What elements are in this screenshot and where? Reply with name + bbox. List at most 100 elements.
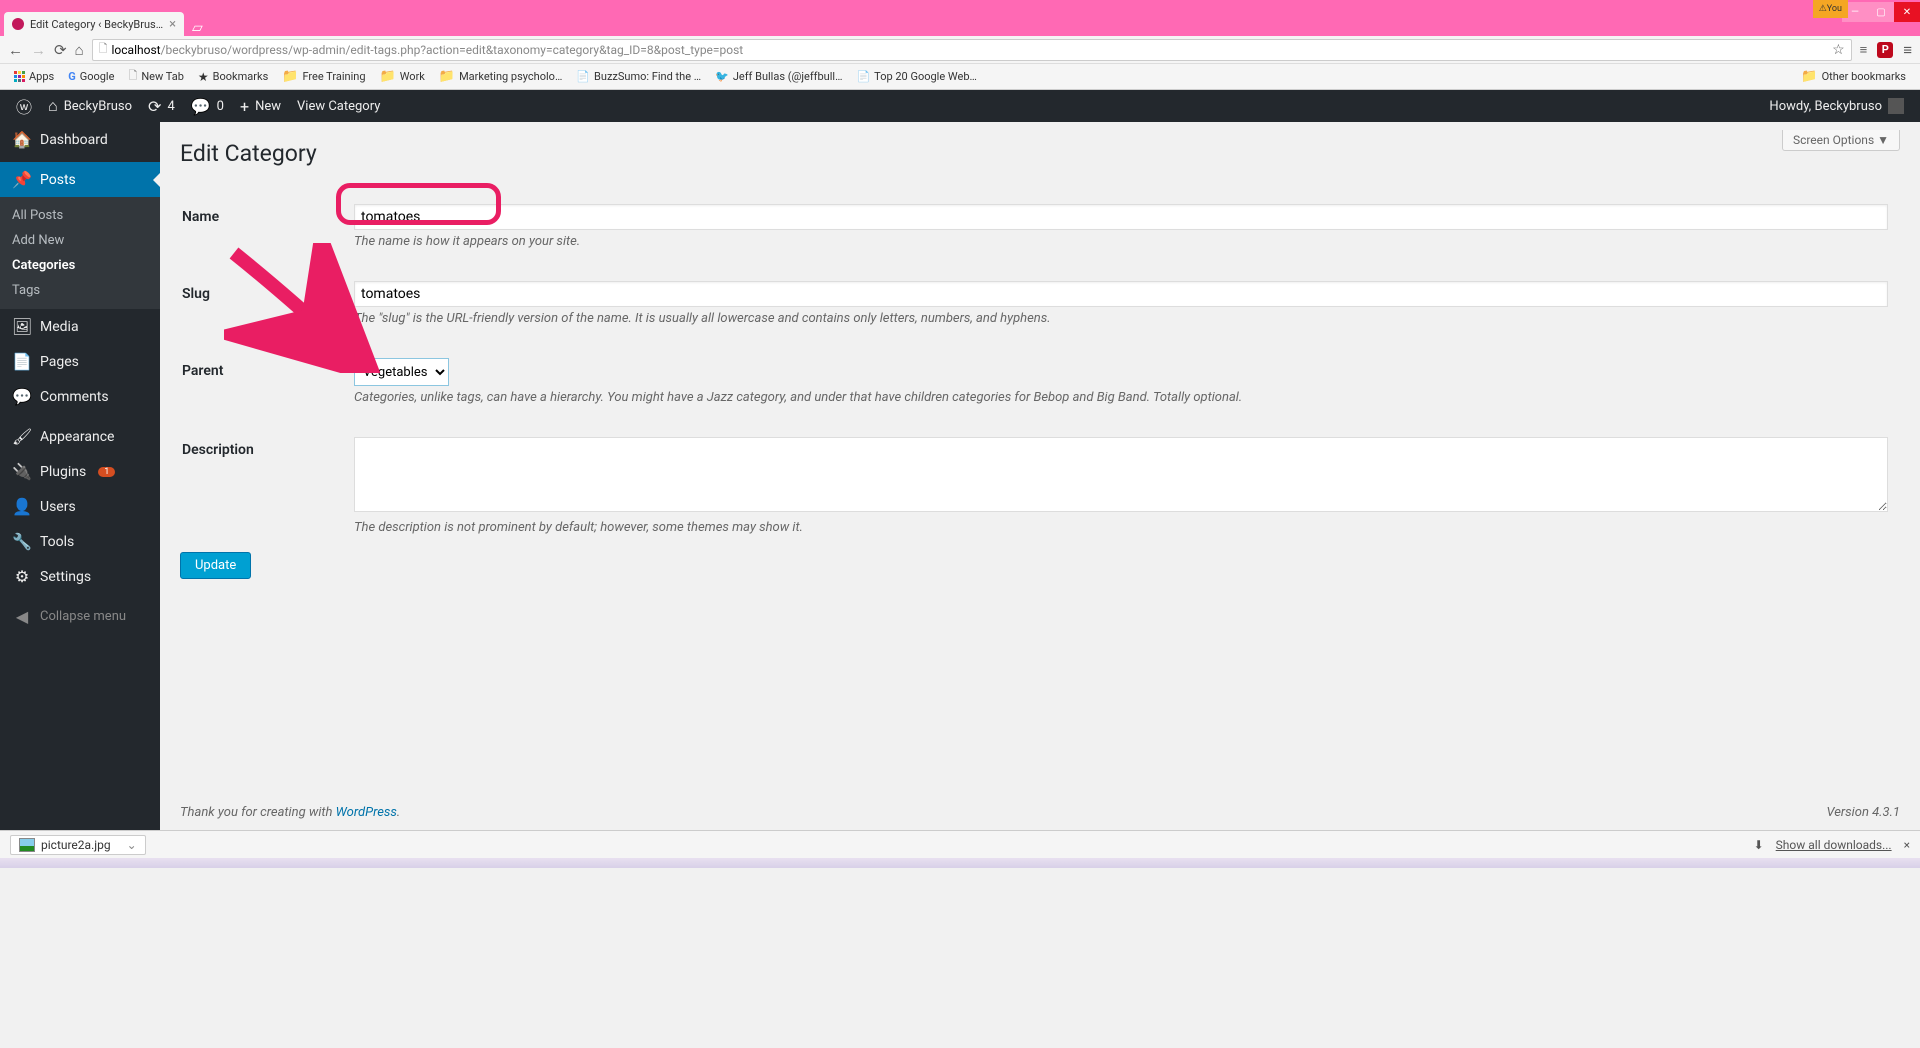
ab-site[interactable]: ⌂BeckyBruso [40,90,140,122]
menu-comments[interactable]: 💬Comments [0,379,160,414]
pin-icon: 📌 [12,170,32,189]
name-label: Name [182,189,352,264]
sliders-icon: ⚙ [12,567,32,586]
users-icon: 👤 [12,497,32,516]
page-title: Edit Category [180,140,1900,167]
desc-help: The description is not prominent by defa… [354,520,1888,535]
submenu-tags[interactable]: Tags [0,278,160,303]
pages-icon: 📄 [12,352,32,371]
stack-icon[interactable]: ≡ [1860,42,1868,58]
ab-account[interactable]: Howdy, Beckybruso [1761,90,1912,122]
home-icon: ⌂ [48,96,58,116]
windows-taskbar[interactable] [0,858,1920,868]
new-tab-button[interactable]: ▱ [184,20,211,36]
bm-apps[interactable]: Apps [8,68,60,85]
menu-plugins[interactable]: 🔌Plugins1 [0,454,160,489]
ab-wp-logo[interactable]: ⓦ [8,90,40,122]
forward-button[interactable]: → [31,41,46,59]
desc-textarea[interactable] [354,437,1888,512]
window-maximize[interactable]: ▢ [1868,2,1894,22]
ab-comments[interactable]: 💬0 [183,90,232,122]
download-arrow-icon: ⬇ [1754,838,1764,852]
bm-jeffbullas[interactable]: 🐦Jeff Bullas (@jeffbull… [709,68,848,85]
download-filename: picture2a.jpg [41,838,111,852]
collapse-icon: ◀ [12,607,32,626]
wordpress-link[interactable]: WordPress [336,805,397,820]
tab-title: Edit Category ‹ BeckyBrus… [30,18,163,31]
close-shelf-icon[interactable]: × [1904,838,1910,852]
back-button[interactable]: ← [8,41,23,59]
browser-nav-bar: ← → ⟳ ⌂ 🗋 localhost/beckybruso/wordpress… [0,36,1920,64]
comments-icon: 💬 [191,97,211,116]
media-icon: 🖼 [12,317,32,336]
url-text: localhost/beckybruso/wordpress/wp-admin/… [112,43,1829,57]
pinterest-icon[interactable]: P [1877,42,1893,58]
parent-select[interactable]: Vegetables [354,358,449,386]
menu-settings[interactable]: ⚙Settings [0,559,160,594]
menu-dashboard[interactable]: 🏠Dashboard [0,122,160,157]
url-bar[interactable]: 🗋 localhost/beckybruso/wordpress/wp-admi… [92,39,1852,61]
bm-bookmarks[interactable]: ★Bookmarks [192,68,274,86]
dashboard-icon: 🏠 [12,130,32,149]
submenu-categories[interactable]: Categories [0,253,160,278]
version-text: Version 4.3.1 [1826,805,1900,820]
image-file-icon [19,838,35,852]
bm-google[interactable]: GGoogle [62,68,120,85]
plus-icon: + [240,97,249,116]
show-all-downloads[interactable]: Show all downloads... [1776,838,1892,852]
chrome-menu-icon[interactable]: ≡ [1903,41,1912,59]
bm-freetraining[interactable]: 📁Free Training [276,67,371,86]
desc-label: Description [182,422,352,550]
parent-label: Parent [182,343,352,420]
wrench-icon: 🔧 [12,532,32,551]
plug-icon: 🔌 [12,462,32,481]
ab-updates[interactable]: ⟳4 [140,90,183,122]
page-icon: 🗋 [99,40,108,59]
comments-icon: 💬 [12,387,32,406]
bm-marketing[interactable]: 📁Marketing psycholo… [433,67,568,86]
bookmark-star-icon[interactable]: ☆ [1832,42,1845,58]
menu-users[interactable]: 👤Users [0,489,160,524]
reload-button[interactable]: ⟳ [54,41,67,59]
plugin-count-badge: 1 [98,467,115,477]
slug-input[interactable] [354,281,1888,307]
bm-other[interactable]: 📁Other bookmarks [1795,67,1912,86]
browser-tabs-bar: Edit Category ‹ BeckyBrus… × ▱ ⚠ You — ▢… [0,8,1920,36]
ab-new[interactable]: +New [232,90,289,122]
submenu-allposts[interactable]: All Posts [0,203,160,228]
name-help: The name is how it appears on your site. [354,234,1888,249]
footer: Thank you for creating with WordPress. V… [160,795,1920,830]
browser-tab[interactable]: Edit Category ‹ BeckyBrus… × [4,12,184,36]
content-wrap: Screen Options ▼ Edit Category Name The … [160,122,1920,830]
bm-buzzsumo[interactable]: 📄BuzzSumo: Find the … [570,68,707,85]
admin-menu: 🏠Dashboard 📌Posts All Posts Add New Cate… [0,122,160,830]
ab-view[interactable]: View Category [289,90,388,122]
download-shelf: picture2a.jpg ⌄ ⬇ Show all downloads... … [0,830,1920,858]
bm-work[interactable]: 📁Work [374,67,431,86]
wp-adminbar: ⓦ ⌂BeckyBruso ⟳4 💬0 +New View Category H… [0,90,1920,122]
menu-tools[interactable]: 🔧Tools [0,524,160,559]
chevron-down-icon[interactable]: ⌄ [127,838,137,852]
screen-options-toggle[interactable]: Screen Options ▼ [1782,130,1900,151]
window-close[interactable]: ✕ [1894,2,1920,22]
menu-media[interactable]: 🖼Media [0,309,160,344]
updates-icon: ⟳ [148,97,161,116]
chrome-profile-badge[interactable]: ⚠ You [1813,0,1848,18]
edit-form: Name The name is how it appears on your … [180,187,1900,552]
update-button[interactable]: Update [180,552,251,579]
download-item[interactable]: picture2a.jpg ⌄ [10,835,146,855]
home-button[interactable]: ⌂ [75,41,84,59]
slug-label: Slug [182,266,352,341]
tab-close-icon[interactable]: × [169,17,176,32]
tab-favicon [12,18,24,30]
name-input[interactable] [354,204,1888,230]
menu-pages[interactable]: 📄Pages [0,344,160,379]
submenu-addnew[interactable]: Add New [0,228,160,253]
bm-newtab[interactable]: 🗋New Tab [122,65,189,88]
submenu-posts: All Posts Add New Categories Tags [0,197,160,309]
bm-top20[interactable]: 📄Top 20 Google Web… [850,68,982,85]
menu-collapse[interactable]: ◀Collapse menu [0,599,160,634]
menu-posts[interactable]: 📌Posts [0,162,160,197]
menu-appearance[interactable]: 🖌Appearance [0,419,160,454]
bookmarks-bar: Apps GGoogle 🗋New Tab ★Bookmarks 📁Free T… [0,64,1920,90]
